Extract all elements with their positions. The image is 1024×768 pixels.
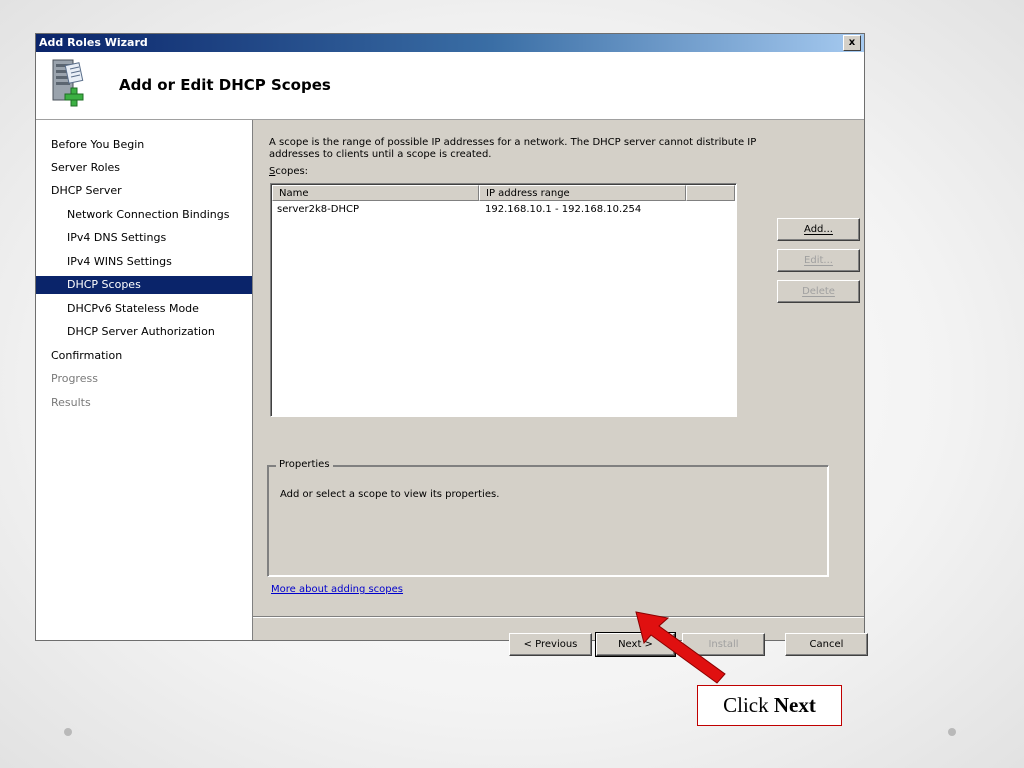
close-button[interactable]: x [843,35,861,51]
scopes-label-text: copes: [275,166,309,177]
step-results: Results [51,396,91,409]
edit-scope-button: Edit... [777,249,860,272]
step-network-connection-bindings[interactable]: Network Connection Bindings [36,206,252,224]
delete-scope-button: Delete [777,280,860,303]
step-progress: Progress [51,372,98,385]
previous-button[interactable]: < Previous [509,633,592,656]
server-add-role-icon [52,59,84,107]
step-dhcp-server-authorization[interactable]: DHCP Server Authorization [36,323,252,341]
step-ipv4-dns-settings[interactable]: IPv4 DNS Settings [36,229,252,247]
step-ipv4-wins-settings[interactable]: IPv4 WINS Settings [36,253,252,271]
wizard-header: Add or Edit DHCP Scopes [36,52,864,120]
pointer-arrow-icon [635,611,726,684]
column-header-name[interactable]: Name [272,185,479,201]
scope-description: A scope is the range of possible IP addr… [269,137,757,160]
scope-row-range[interactable]: 192.168.10.1 - 192.168.10.254 [485,203,641,217]
scope-row-name[interactable]: server2k8-DHCP [277,203,359,217]
cancel-button[interactable]: Cancel [785,633,868,656]
properties-text: Add or select a scope to view its proper… [280,489,500,500]
step-before-you-begin[interactable]: Before You Begin [36,136,252,154]
add-scope-button[interactable]: Add... [777,218,860,241]
column-header-ip-range[interactable]: IP address range [479,185,686,201]
column-header-empty[interactable] [686,185,735,201]
wizard-steps-sidebar: Before You Begin Server Roles DHCP Serve… [36,120,253,640]
footer-divider [253,616,864,618]
page-title: Add or Edit DHCP Scopes [119,76,331,94]
slide-dot-left [64,728,72,736]
callout-prefix: Click [723,693,774,717]
title-bar: Add Roles Wizard x [36,34,864,52]
slide-dot-right [948,728,956,736]
content-pane: A scope is the range of possible IP addr… [253,120,868,657]
window-title: Add Roles Wizard [39,36,148,49]
step-server-roles[interactable]: Server Roles [36,159,252,177]
instruction-callout: Click Next [697,685,842,726]
add-roles-wizard-window: Add Roles Wizard x Add or Edit DHCP Scop… [35,33,868,657]
callout-emphasis: Next [773,693,816,717]
scopes-label: Scopes: [269,166,308,177]
step-dhcpv6-stateless-mode[interactable]: DHCPv6 Stateless Mode [36,300,252,318]
properties-group: Properties Add or select a scope to view… [267,459,829,577]
step-dhcp-scopes[interactable]: DHCP Scopes [36,276,252,294]
step-confirmation[interactable]: Confirmation [36,347,252,365]
scopes-list[interactable]: Name IP address range server2k8-DHCP 192… [270,183,737,417]
more-about-scopes-link[interactable]: More about adding scopes [271,584,403,595]
step-dhcp-server[interactable]: DHCP Server [36,182,252,200]
properties-group-title: Properties [276,459,333,470]
